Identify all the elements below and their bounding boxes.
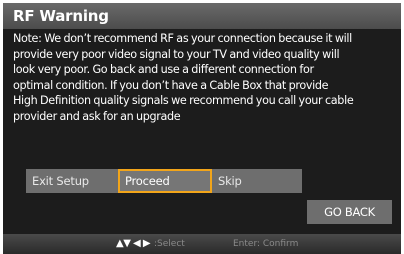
go-back-button[interactable]: GO BACK	[307, 200, 392, 224]
message-line: provider and ask for an upgrade	[13, 109, 181, 123]
message-line: look very poor. Go back and use a differ…	[13, 63, 314, 76]
navigation-arrows-icon: ▲▼ ◀ ▶	[116, 238, 151, 249]
skip-button[interactable]: Skip	[212, 169, 302, 193]
message-line: provide very poor video signal to your T…	[13, 47, 340, 61]
message-line: optimal condition. If you don’t have a C…	[13, 78, 329, 92]
dialog-title: RF Warning	[13, 7, 109, 25]
confirm-hint: Enter: Confirm	[233, 239, 299, 249]
warning-message: Note: We don’t recommend RF as your conn…	[13, 31, 397, 124]
title-bar: RF Warning	[3, 3, 401, 29]
setup-screen: RF Warning Note: We don’t recommend RF a…	[3, 3, 401, 254]
proceed-button[interactable]: Proceed	[118, 169, 212, 193]
footer-help-bar: ▲▼ ◀ ▶ :Select Enter: Confirm	[3, 234, 401, 254]
exit-setup-button[interactable]: Exit Setup	[26, 169, 118, 193]
message-line: High Definition quality signals we recom…	[13, 94, 354, 107]
message-line: Note: We don’t recommend RF as your conn…	[13, 32, 352, 45]
select-hint: :Select	[154, 239, 185, 249]
